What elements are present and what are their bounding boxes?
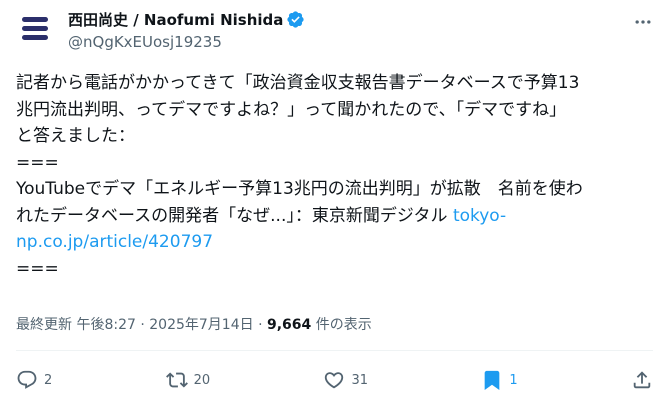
bookmark-icon: [485, 370, 500, 391]
tweet-line: 兆円流出判明、ってデマですよね？」って聞かれたので、「デマですね」: [16, 99, 567, 120]
tweet-line: YouTubeでデマ「エネルギー予算13兆円の流出判明」が拡散 名前を使わ: [16, 179, 583, 199]
retweet-count: 20: [193, 372, 211, 388]
tweet-line: と答えました：: [16, 126, 135, 146]
tweet-line: 記者から電話がかかってきて「政治資金収支報告書データベースで予算13: [16, 73, 580, 93]
avatar-logo-icon: [16, 8, 56, 48]
views-label: 件の表示: [315, 317, 372, 333]
reply-button[interactable]: 2: [16, 369, 52, 391]
tweet-line: ===: [16, 152, 59, 173]
meta-separator: ·: [140, 317, 145, 333]
share-icon: [633, 371, 651, 389]
reply-icon: [17, 370, 37, 389]
tweet-line-link: np.co.jp/article/420797: [16, 229, 656, 256]
author-display-name[interactable]: 西田尚史 / Naofumi Nishida: [68, 9, 283, 30]
author-handle[interactable]: @nQgKxEUosj19235: [68, 33, 222, 51]
reply-count: 2: [44, 372, 53, 388]
edited-label[interactable]: 最終更新: [16, 317, 72, 333]
tweet-line-with-link: れたデータベースの開発者「なぜ...」：東京新聞デジタル tokyo-: [16, 203, 656, 230]
bookmark-count: 1: [509, 372, 518, 388]
like-button[interactable]: 31: [323, 369, 368, 391]
retweet-icon: [165, 372, 188, 388]
share-button[interactable]: [631, 369, 653, 391]
article-link[interactable]: tokyo-: [453, 206, 506, 226]
avatar[interactable]: [16, 8, 56, 48]
date[interactable]: 2025年7月14日: [149, 317, 253, 333]
tweet-line: ===: [16, 258, 59, 279]
action-bar: 2 20 31 1: [16, 369, 653, 391]
article-link-continued[interactable]: np.co.jp/article/420797: [16, 232, 213, 252]
more-horizontal-icon[interactable]: [633, 12, 653, 32]
author-name-row[interactable]: 西田尚史 / Naofumi Nishida: [68, 9, 305, 30]
bookmark-button[interactable]: 1: [481, 369, 518, 391]
divider: [16, 350, 653, 351]
meta-separator: ·: [258, 317, 263, 333]
tweet-line: れたデータベースの開発者「なぜ...」：東京新聞デジタル: [16, 205, 448, 226]
tweet-text: 記者から電話がかかってきて「政治資金収支報告書データベースで予算13 兆円流出判…: [16, 70, 656, 282]
timestamp[interactable]: 午後8:27: [76, 317, 135, 333]
heart-icon: [325, 372, 344, 389]
verified-badge-icon[interactable]: [286, 10, 305, 29]
tweet-meta: 最終更新 午後8:27 · 2025年7月14日 · 9,664 件の表示: [16, 314, 372, 334]
like-count: 31: [351, 372, 369, 388]
retweet-button[interactable]: 20: [165, 369, 211, 391]
view-count[interactable]: 9,664: [267, 317, 311, 333]
